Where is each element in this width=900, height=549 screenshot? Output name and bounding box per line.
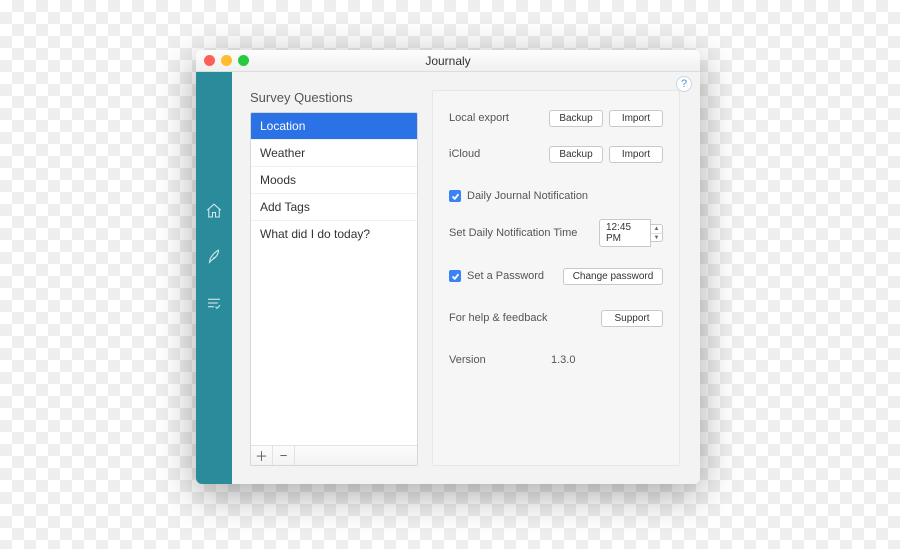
daily-time-field[interactable]: 12:45 PM <box>599 219 651 247</box>
icloud-label: iCloud <box>449 148 543 160</box>
settings-panel: Local export Backup Import iCloud Backup… <box>432 90 680 466</box>
icloud-row: iCloud Backup Import <box>449 141 663 167</box>
compose-icon[interactable] <box>205 248 223 266</box>
minimize-window-button[interactable] <box>221 55 232 66</box>
sidebar <box>196 72 232 484</box>
survey-row-add-tags[interactable]: Add Tags <box>251 194 417 221</box>
local-export-label: Local export <box>449 112 543 124</box>
zoom-window-button[interactable] <box>238 55 249 66</box>
daily-notification-checkbox[interactable]: Daily Journal Notification <box>449 190 588 202</box>
check-icon <box>449 270 461 282</box>
window-controls <box>204 55 249 66</box>
password-row: Set a Password Change password <box>449 263 663 289</box>
survey-row-today[interactable]: What did I do today? <box>251 221 417 247</box>
check-icon <box>449 190 461 202</box>
version-label: Version <box>449 354 551 366</box>
local-export-row: Local export Backup Import <box>449 105 663 131</box>
help-label: For help & feedback <box>449 312 595 324</box>
remove-question-button[interactable]: − <box>273 446 295 465</box>
icloud-import-button[interactable]: Import <box>609 146 663 163</box>
window-title: Journaly <box>196 54 700 68</box>
version-value: 1.3.0 <box>551 354 663 366</box>
icloud-backup-button[interactable]: Backup <box>549 146 603 163</box>
password-checkbox[interactable]: Set a Password <box>449 270 557 282</box>
window-body: Survey Questions Location Weather Moods … <box>196 72 700 484</box>
daily-time-label: Set Daily Notification Time <box>449 227 595 239</box>
daily-time-control: 12:45 PM ▲ ▼ <box>599 219 663 247</box>
survey-row-location[interactable]: Location <box>251 113 417 140</box>
survey-row-weather[interactable]: Weather <box>251 140 417 167</box>
content-area: Survey Questions Location Weather Moods … <box>232 72 700 484</box>
version-row: Version 1.3.0 <box>449 347 663 373</box>
survey-title: Survey Questions <box>250 90 418 105</box>
close-window-button[interactable] <box>204 55 215 66</box>
survey-listbox: Location Weather Moods Add Tags What did… <box>250 112 418 466</box>
survey-list-footer: ＋ − <box>251 445 417 465</box>
time-step-up[interactable]: ▲ <box>651 225 662 234</box>
password-label: Set a Password <box>467 270 544 282</box>
time-stepper: ▲ ▼ <box>651 224 663 242</box>
change-password-button[interactable]: Change password <box>563 268 663 285</box>
titlebar: Journaly <box>196 50 700 72</box>
local-import-button[interactable]: Import <box>609 110 663 127</box>
add-question-button[interactable]: ＋ <box>251 446 273 465</box>
help-row: For help & feedback Support <box>449 305 663 331</box>
daily-notification-label: Daily Journal Notification <box>467 190 588 202</box>
home-icon[interactable] <box>205 202 223 220</box>
app-window: Journaly ? Survey Questions Location Wea… <box>196 50 700 484</box>
local-backup-button[interactable]: Backup <box>549 110 603 127</box>
daily-notification-row: Daily Journal Notification <box>449 183 663 209</box>
time-step-down[interactable]: ▼ <box>651 234 662 242</box>
survey-panel: Survey Questions Location Weather Moods … <box>250 90 418 466</box>
daily-time-row: Set Daily Notification Time 12:45 PM ▲ ▼ <box>449 219 663 247</box>
survey-list: Location Weather Moods Add Tags What did… <box>251 113 417 445</box>
support-button[interactable]: Support <box>601 310 663 327</box>
survey-row-moods[interactable]: Moods <box>251 167 417 194</box>
list-icon[interactable] <box>205 294 223 312</box>
